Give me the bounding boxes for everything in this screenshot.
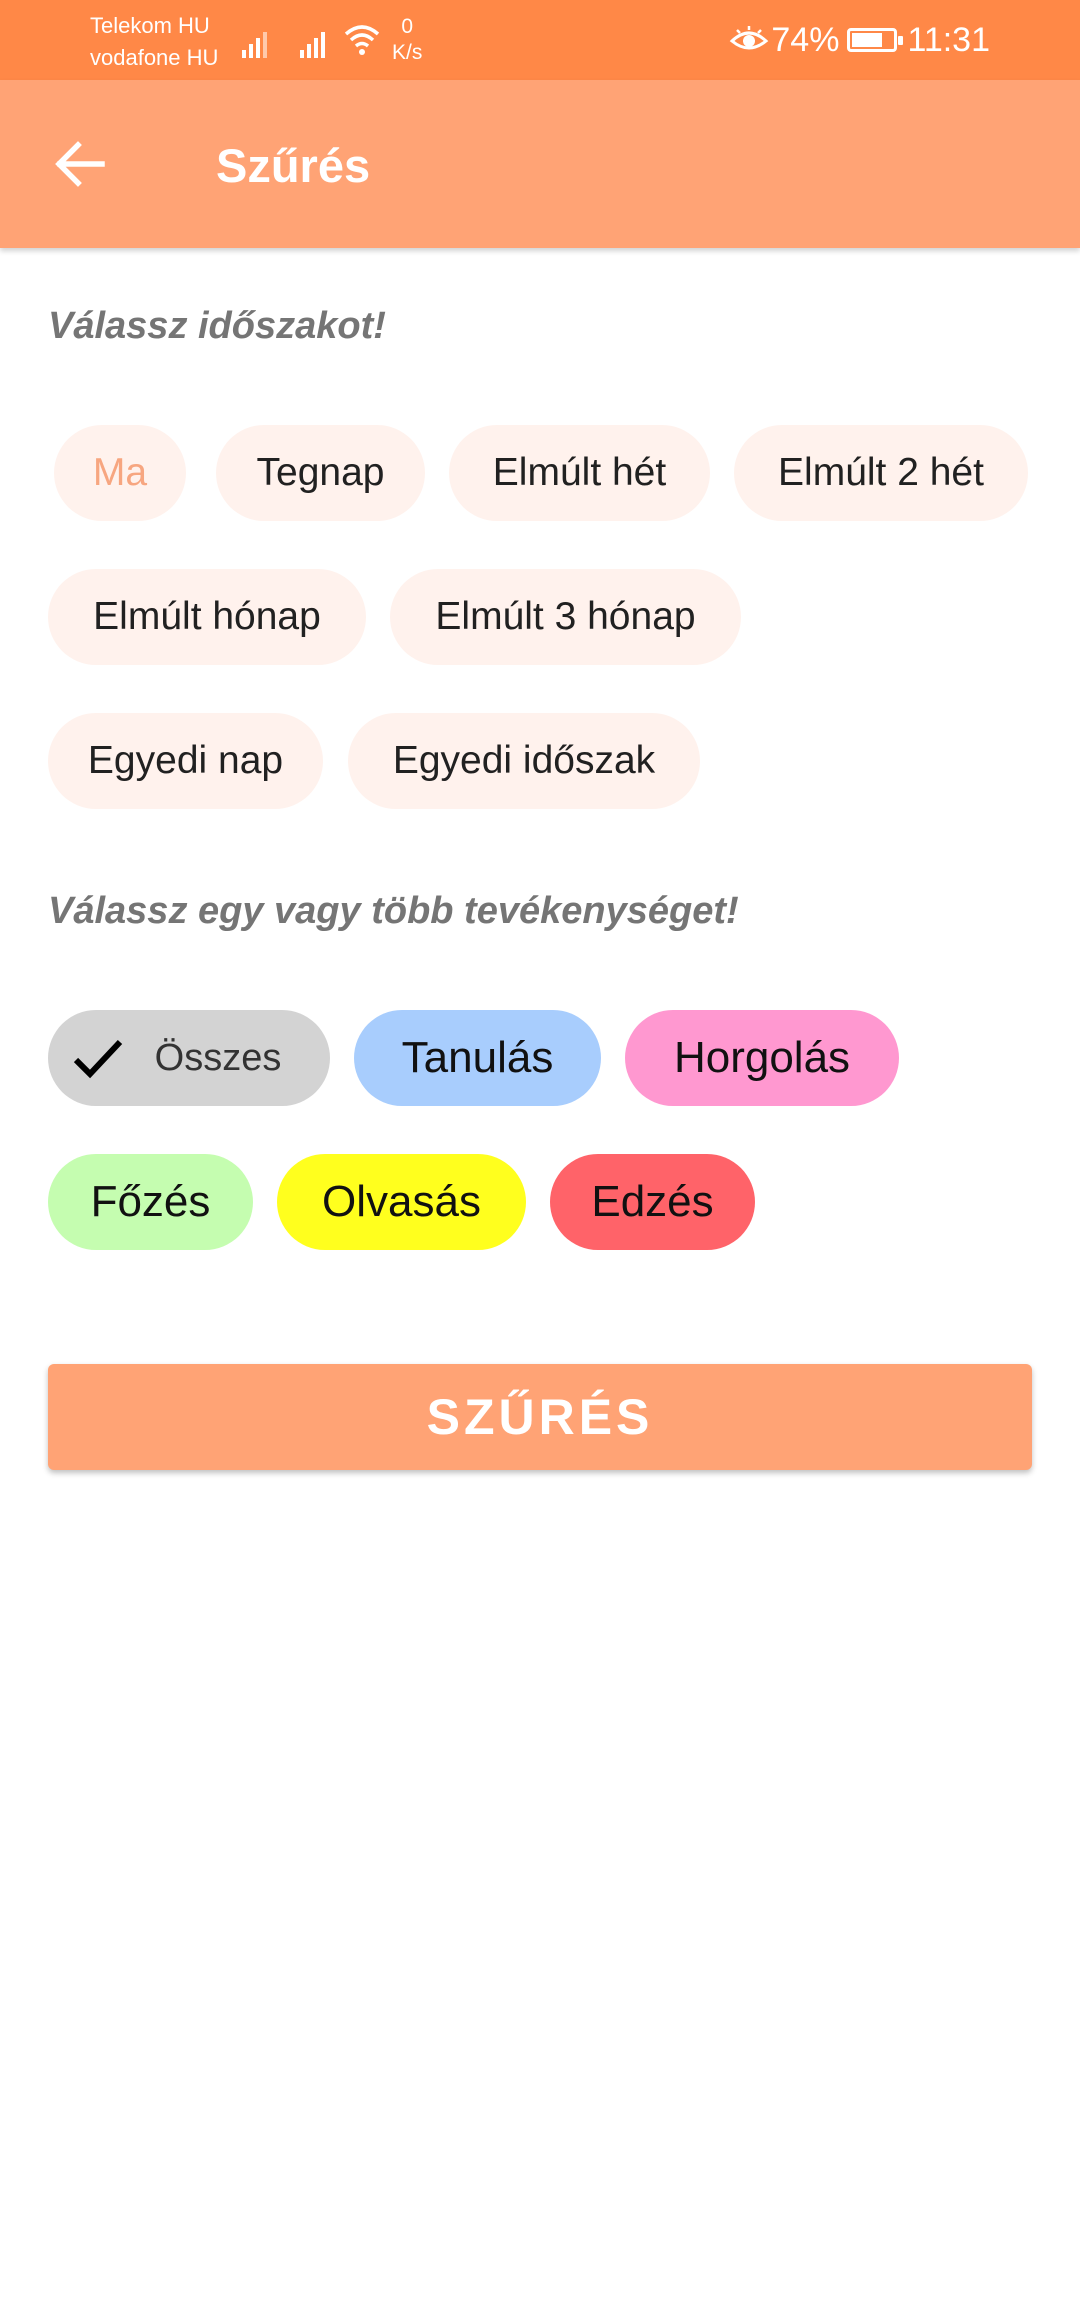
period-chip-label: Elmúlt 2 hét <box>778 451 984 494</box>
period-chip-tegnap[interactable]: Tegnap <box>216 425 425 521</box>
activity-chip-tanulas[interactable]: Tanulás <box>354 1010 601 1106</box>
activity-chip-edzes[interactable]: Edzés <box>550 1154 755 1250</box>
network-speed: 0 K/s <box>392 14 422 66</box>
activity-chip-label: Tanulás <box>401 1033 554 1082</box>
period-chip-label: Egyedi időszak <box>392 739 656 782</box>
period-section-label: Válassz időszakot! <box>48 305 386 347</box>
activity-section-label: Válassz egy vagy több tevékenységet! <box>48 890 739 932</box>
activity-chip-osszes[interactable]: Összes <box>48 1010 330 1106</box>
eye-comfort-icon <box>730 26 769 50</box>
period-chip-elmult-honap[interactable]: Elmúlt hónap <box>48 569 366 665</box>
arrow-left-icon <box>55 141 105 187</box>
period-chip-elmult-2-het[interactable]: Elmúlt 2 hét <box>734 425 1028 521</box>
filter-button-label: SZŰRÉS <box>426 1389 654 1445</box>
activity-chip-fozes[interactable]: Főzés <box>48 1154 253 1250</box>
period-chip-label: Egyedi nap <box>87 739 284 782</box>
page-title: Szűrés <box>216 139 371 192</box>
network-speed-unit: K/s <box>392 41 423 64</box>
battery-percent: 74% <box>771 20 840 59</box>
activity-chip-label: Edzés <box>591 1177 714 1226</box>
activity-chip-label: Főzés <box>90 1177 211 1226</box>
signal-icon <box>242 32 267 58</box>
period-chip-label: Ma <box>92 451 148 494</box>
period-chip-label: Elmúlt hónap <box>93 595 321 638</box>
back-button[interactable] <box>40 124 120 204</box>
period-chip-egyedi-idoszak[interactable]: Egyedi időszak <box>348 713 700 809</box>
activity-chip-horgolas[interactable]: Horgolás <box>625 1010 899 1106</box>
carrier-2: vodafone HU <box>90 45 219 70</box>
period-chip-label: Elmúlt 3 hónap <box>435 595 696 638</box>
status-bar: Telekom HU vodafone HU 0 K/s 74% 11:31 <box>0 0 1080 80</box>
activity-chip-olvasas[interactable]: Olvasás <box>277 1154 526 1250</box>
period-chip-label: Elmúlt hét <box>492 451 667 494</box>
filter-button[interactable]: SZŰRÉS <box>48 1364 1032 1470</box>
battery-icon <box>847 28 904 52</box>
period-chip-ma[interactable]: Ma <box>54 425 186 521</box>
activity-chip-label: Olvasás <box>322 1177 481 1226</box>
activity-chip-label: Horgolás <box>673 1033 851 1082</box>
clock: 11:31 <box>907 20 990 59</box>
activity-chip-label: Összes <box>154 1036 282 1079</box>
carrier-1: Telekom HU <box>90 13 210 38</box>
period-chip-egyedi-nap[interactable]: Egyedi nap <box>48 713 323 809</box>
wifi-icon <box>344 25 380 55</box>
signal-icon <box>300 32 325 58</box>
period-chip-elmult-3-honap[interactable]: Elmúlt 3 hónap <box>390 569 741 665</box>
period-chip-label: Tegnap <box>256 451 385 494</box>
status-right-group: 74% 11:31 <box>729 0 990 80</box>
period-chip-elmult-het[interactable]: Elmúlt hét <box>449 425 710 521</box>
app-bar: Szűrés <box>0 80 1080 248</box>
network-speed-value: 0 <box>401 15 414 38</box>
checkmark-icon <box>73 1039 123 1079</box>
carrier-labels: Telekom HU vodafone HU <box>90 10 218 74</box>
